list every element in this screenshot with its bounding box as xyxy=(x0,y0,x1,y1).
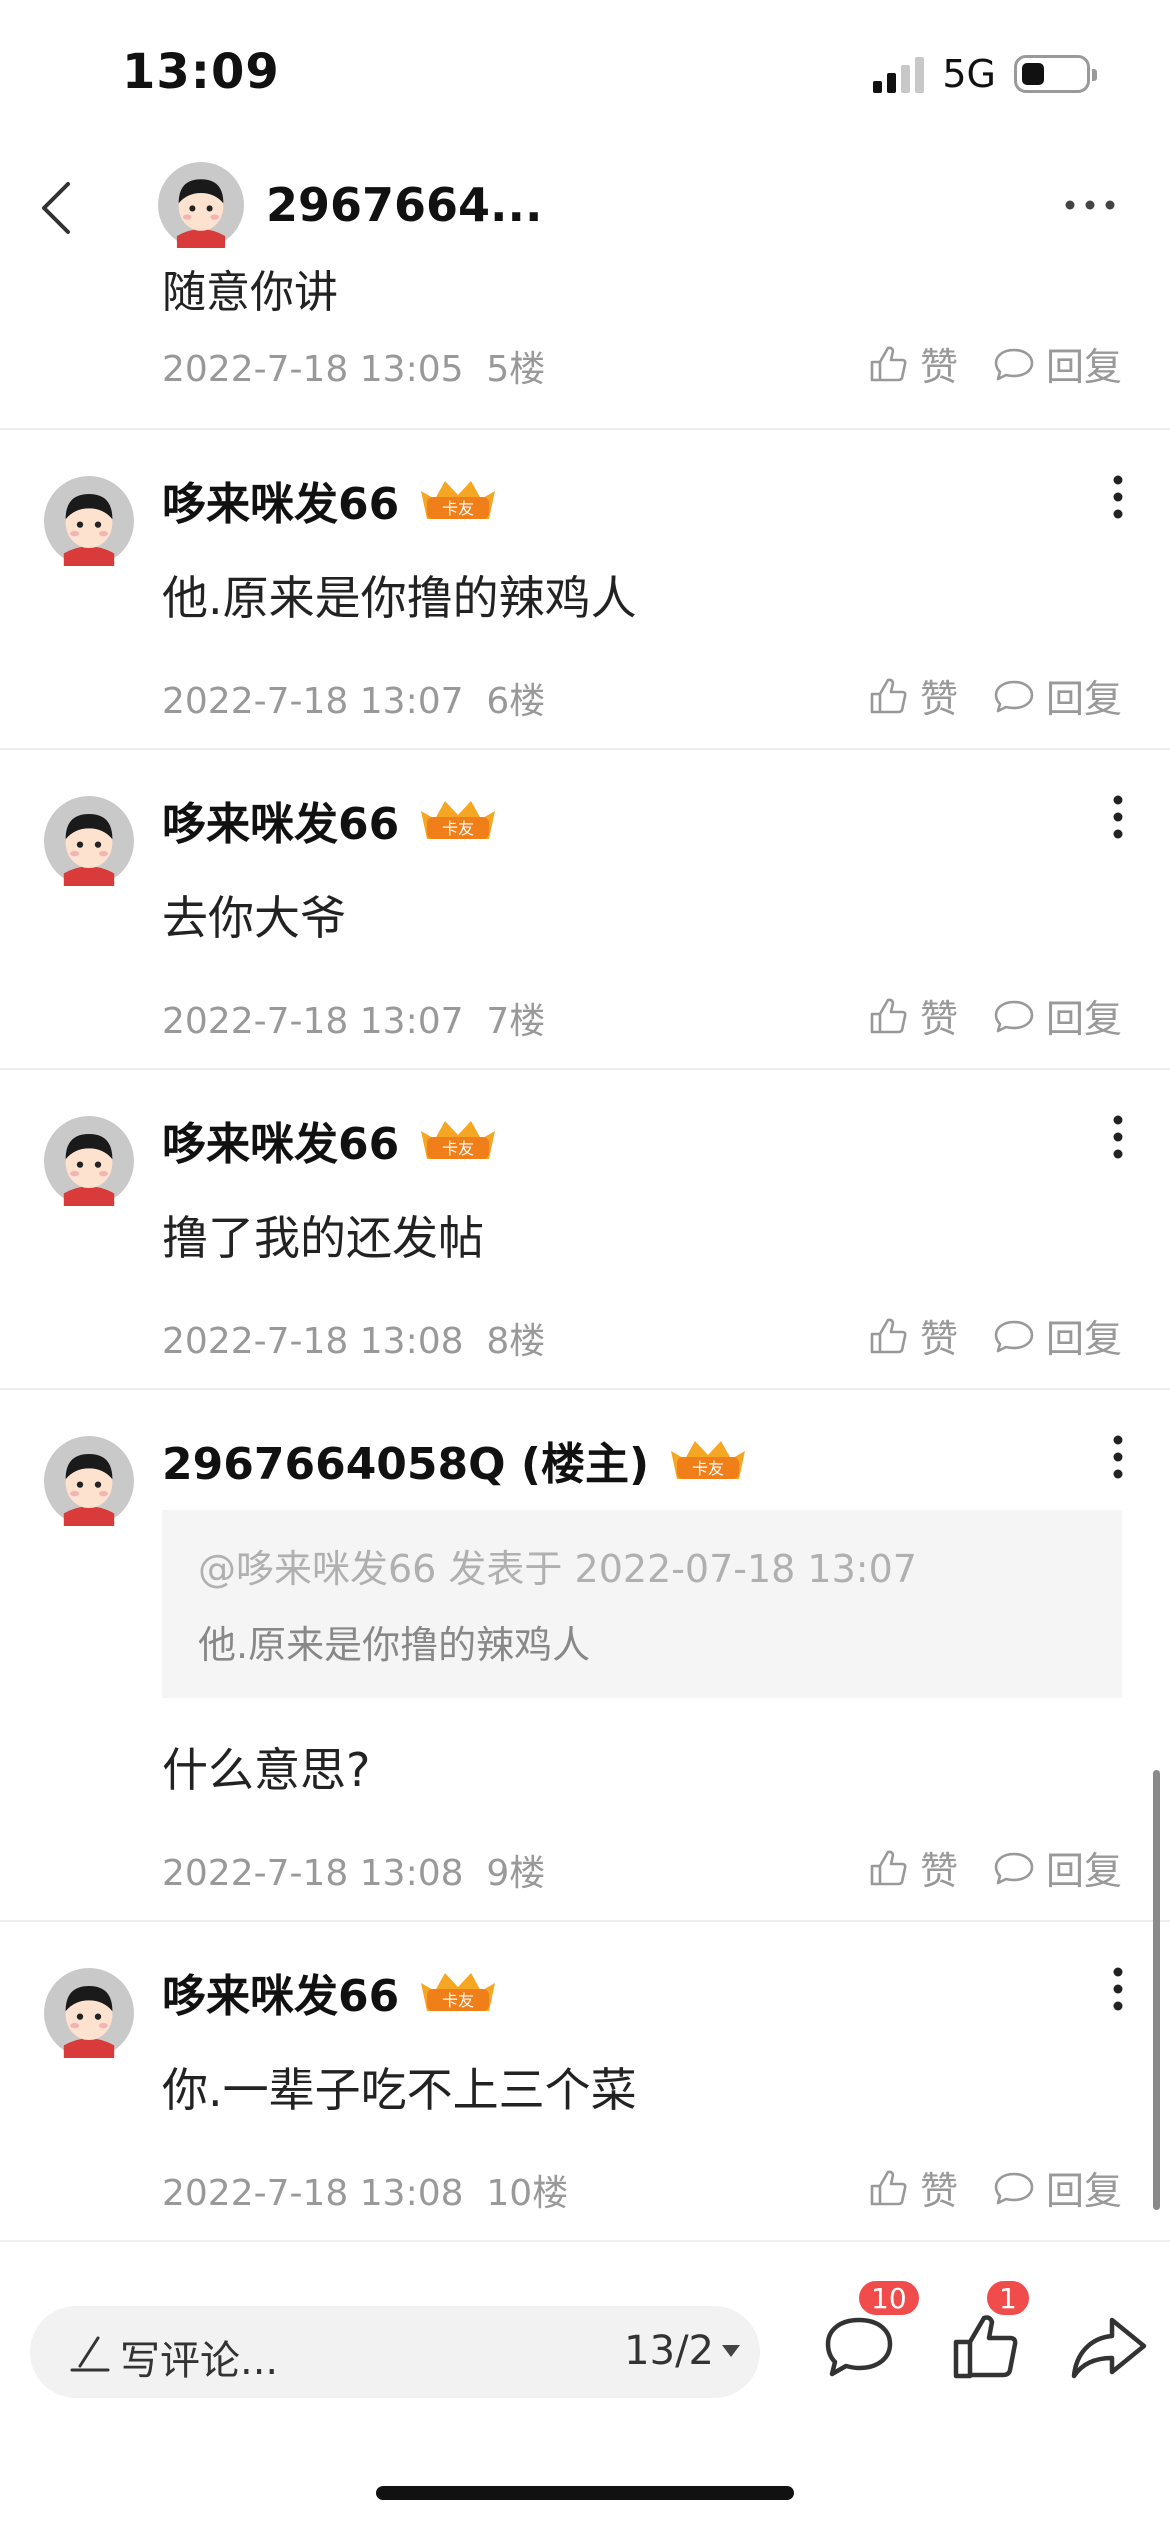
avatar[interactable] xyxy=(44,1968,134,2058)
page-selector[interactable]: 13/2 xyxy=(624,2328,740,2374)
like-button[interactable]: 赞 xyxy=(866,1308,958,1363)
member-badge: 卡友 xyxy=(421,801,496,839)
post-meta: 2022-7-18 13:08 10楼 赞 回复 xyxy=(162,2156,1122,2216)
comment-icon xyxy=(994,348,1034,380)
post-date: 2022-7-18 13:07 6楼 xyxy=(162,681,546,722)
post-text: 随意你讲 xyxy=(162,267,338,318)
username[interactable]: 哆来咪发66 xyxy=(162,1108,399,1172)
comment-count-badge: 10 xyxy=(856,2278,922,2318)
thumbs-up-icon xyxy=(870,2170,907,2205)
reply-button[interactable]: 回复 xyxy=(992,988,1122,1043)
comment-icon xyxy=(994,680,1034,712)
back-icon[interactable] xyxy=(30,178,90,238)
reply-button[interactable]: 回复 xyxy=(992,668,1122,723)
comment-placeholder: 写评论... xyxy=(120,2338,279,2384)
svg-text:卡友: 卡友 xyxy=(442,499,474,518)
post-more-icon[interactable] xyxy=(1110,1112,1126,1162)
reply-button[interactable]: 回复 xyxy=(992,336,1122,391)
member-badge: 卡友 xyxy=(421,1973,496,2011)
username[interactable]: 2967664058Q (楼主) xyxy=(162,1428,649,1492)
comment-icon xyxy=(994,1000,1034,1032)
post-text: 去你大爷 xyxy=(162,891,346,945)
svg-text:卡友: 卡友 xyxy=(442,819,474,838)
like-button[interactable]: 赞 xyxy=(866,336,958,391)
post-item: 哆来咪发66 卡友 去你大爷 2022-7-18 13:07 7楼 赞 回复 xyxy=(0,748,1170,1068)
reply-button[interactable]: 回复 xyxy=(992,1840,1122,1895)
post-more-icon[interactable] xyxy=(1110,472,1126,522)
post-meta: 2022-7-18 13:08 8楼 赞 回复 xyxy=(162,1304,1122,1364)
svg-text:卡友: 卡友 xyxy=(442,1139,474,1158)
post-meta: 2022-7-18 13:07 7楼 赞 回复 xyxy=(162,984,1122,1044)
post-date: 2022-7-18 13:07 7楼 xyxy=(162,1001,546,1042)
status-indicators: 5G xyxy=(873,52,1097,96)
comment-icon xyxy=(994,1852,1034,1884)
signal-icon xyxy=(873,55,925,93)
nav-avatar[interactable] xyxy=(158,162,244,248)
post-date: 2022-7-18 13:08 8楼 xyxy=(162,1321,546,1362)
avatar[interactable] xyxy=(44,476,134,566)
network-label: 5G xyxy=(942,52,996,96)
reply-button[interactable]: 回复 xyxy=(992,1308,1122,1363)
username[interactable]: 哆来咪发66 xyxy=(162,788,399,852)
like-button[interactable]: 赞 xyxy=(866,988,958,1043)
comment-icon xyxy=(994,1320,1034,1352)
member-badge: 卡友 xyxy=(421,1121,496,1159)
post-more-icon[interactable] xyxy=(1110,1964,1126,2014)
post-text: 什么意思? xyxy=(162,1743,371,1797)
page-indicator-label: 13/2 xyxy=(624,2328,714,2374)
post-date: 2022-7-18 13:08 9楼 xyxy=(162,1853,546,1894)
post-more-icon[interactable] xyxy=(1110,792,1126,842)
more-icon[interactable] xyxy=(1060,190,1120,220)
post-item: 哆来咪发66 卡友 他.原来是你撸的辣鸡人 2022-7-18 13:07 6楼… xyxy=(0,428,1170,748)
post-meta: 2022-7-18 13:07 6楼 赞 回复 xyxy=(162,664,1122,724)
like-button[interactable]: 赞 xyxy=(866,1840,958,1895)
like-button[interactable]: 赞 xyxy=(866,2160,958,2215)
post-item: 2967664058Q (楼主) 卡友 @哆来咪发66 发表于 2022-07-… xyxy=(0,1388,1170,1920)
username[interactable]: 哆来咪发66 xyxy=(162,1960,399,2024)
post-date: 2022-7-18 13:05 5楼 xyxy=(162,349,546,390)
pen-icon xyxy=(70,2336,110,2372)
battery-icon xyxy=(1014,55,1097,93)
like-count-badge: 1 xyxy=(984,2278,1032,2318)
member-badge: 卡友 xyxy=(421,481,496,519)
comment-icon xyxy=(994,2172,1034,2204)
comment-input[interactable]: 写评论... 13/2 xyxy=(30,2306,760,2398)
member-badge: 卡友 xyxy=(671,1441,746,1479)
reply-button[interactable]: 回复 xyxy=(992,2160,1122,2215)
like-button[interactable]: 赞 xyxy=(866,668,958,723)
thumbs-up-icon xyxy=(870,998,907,1033)
post-text: 你.一辈子吃不上三个菜 xyxy=(162,2063,637,2117)
post-item: 哆来咪发66 卡友 撸了我的还发帖 2022-7-18 13:08 8楼 赞 回… xyxy=(0,1068,1170,1388)
thumbs-up-icon xyxy=(870,1318,907,1353)
chevron-down-icon xyxy=(722,2345,740,2357)
post-list[interactable]: 随意你讲 2022-7-18 13:05 5楼 赞 回复 哆来咪发66 卡友 他… xyxy=(0,262,1170,2240)
status-time: 13:09 xyxy=(122,44,280,100)
share-icon[interactable] xyxy=(1064,2302,1154,2392)
home-indicator[interactable] xyxy=(376,2486,794,2500)
post-date: 2022-7-18 13:08 10楼 xyxy=(162,2173,569,2214)
status-bar: 13:09 5G xyxy=(0,0,1170,150)
avatar[interactable] xyxy=(44,796,134,886)
post-text: 他.原来是你撸的辣鸡人 xyxy=(162,571,637,625)
post-item: 哆来咪发66 卡友 你.一辈子吃不上三个菜 2022-7-18 13:08 10… xyxy=(0,1920,1170,2240)
quote-header: @哆来咪发66 发表于 2022-07-18 13:07 xyxy=(198,1547,917,1591)
post-more-icon[interactable] xyxy=(1110,1432,1126,1482)
thread-title: 2967664... xyxy=(266,178,543,232)
thumbs-up-icon xyxy=(870,1850,907,1885)
username[interactable]: 哆来咪发66 xyxy=(162,468,399,532)
svg-text:卡友: 卡友 xyxy=(442,1991,474,2010)
avatar[interactable] xyxy=(44,1436,134,1526)
quoted-post[interactable]: @哆来咪发66 发表于 2022-07-18 13:07 他.原来是你撸的辣鸡人 xyxy=(162,1510,1122,1698)
post-text: 撸了我的还发帖 xyxy=(162,1211,484,1265)
avatar[interactable] xyxy=(44,1116,134,1206)
post-meta: 2022-7-18 13:08 9楼 赞 回复 xyxy=(162,1836,1122,1896)
quote-text: 他.原来是你撸的辣鸡人 xyxy=(198,1623,591,1667)
post-meta: 2022-7-18 13:05 5楼 赞 回复 xyxy=(162,332,1122,392)
svg-text:卡友: 卡友 xyxy=(692,1459,724,1478)
nav-bar: 2967664... xyxy=(0,150,1170,262)
thumbs-up-icon xyxy=(870,678,907,713)
thumbs-up-icon xyxy=(870,346,907,381)
scrollbar[interactable] xyxy=(1153,1770,1160,2210)
